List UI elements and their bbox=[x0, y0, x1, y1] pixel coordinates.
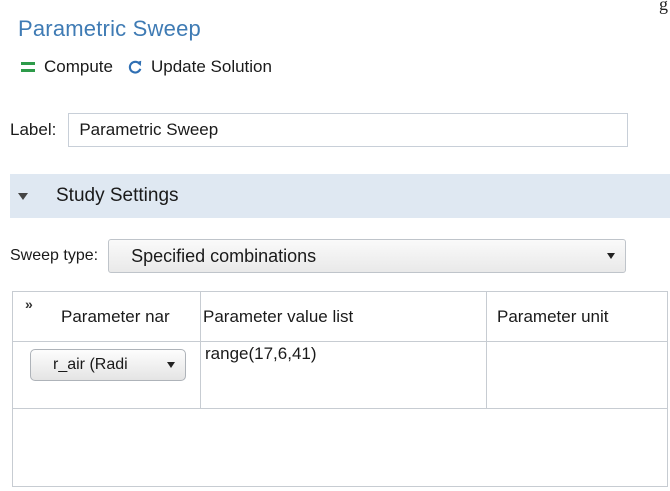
sweep-type-select[interactable]: Specified combinations bbox=[108, 239, 627, 273]
label-row: Label: bbox=[10, 113, 629, 147]
parameter-name-value: r_air (Radi bbox=[53, 356, 128, 373]
parameter-value-list-text: range(17,6,41) bbox=[205, 344, 317, 363]
dropdown-arrow-icon bbox=[607, 253, 616, 259]
parameter-table: » Parameter nar Parameter value list Par… bbox=[12, 291, 668, 487]
compute-label: Compute bbox=[44, 57, 113, 76]
column-header-parameter-name[interactable]: » Parameter nar bbox=[13, 292, 201, 341]
sweep-type-value: Specified combinations bbox=[131, 245, 317, 266]
parameter-name-cell[interactable]: r_air (Radi bbox=[13, 342, 201, 408]
column-header-parameter-value-list[interactable]: Parameter value list bbox=[201, 292, 487, 341]
corner-text-fragment: g bbox=[659, 0, 668, 14]
dropdown-arrow-icon bbox=[167, 362, 175, 368]
sweep-type-label: Sweep type: bbox=[10, 247, 99, 264]
label-input[interactable] bbox=[68, 113, 629, 147]
toolbar: Compute Update Solution bbox=[20, 57, 286, 77]
column-header-parameter-unit[interactable]: Parameter unit bbox=[487, 292, 667, 341]
label-field-label: Label: bbox=[10, 120, 57, 139]
parameter-name-select[interactable]: r_air (Radi bbox=[30, 349, 186, 381]
column-header-label: Parameter nar bbox=[61, 306, 170, 326]
table-header-row: » Parameter nar Parameter value list Par… bbox=[13, 292, 667, 342]
compute-button[interactable]: Compute bbox=[20, 57, 113, 77]
column-header-label: Parameter unit bbox=[497, 306, 609, 326]
parameter-unit-cell[interactable] bbox=[487, 342, 667, 408]
table-row[interactable]: r_air (Radi range(17,6,41) bbox=[13, 342, 667, 409]
sweep-type-row: Sweep type: Specified combinations bbox=[10, 239, 627, 273]
expand-icon[interactable]: » bbox=[25, 296, 33, 312]
compute-icon bbox=[20, 59, 36, 75]
parameter-value-list-cell[interactable]: range(17,6,41) bbox=[201, 342, 487, 408]
study-settings-section-header[interactable]: Study Settings bbox=[10, 174, 670, 218]
collapse-caret-icon[interactable] bbox=[18, 192, 28, 200]
update-solution-label: Update Solution bbox=[150, 57, 272, 76]
column-header-label: Parameter value list bbox=[203, 306, 354, 326]
section-title: Study Settings bbox=[56, 185, 179, 206]
page-title: Parametric Sweep bbox=[18, 16, 201, 41]
refresh-icon bbox=[127, 59, 143, 75]
update-solution-button[interactable]: Update Solution bbox=[127, 57, 272, 77]
